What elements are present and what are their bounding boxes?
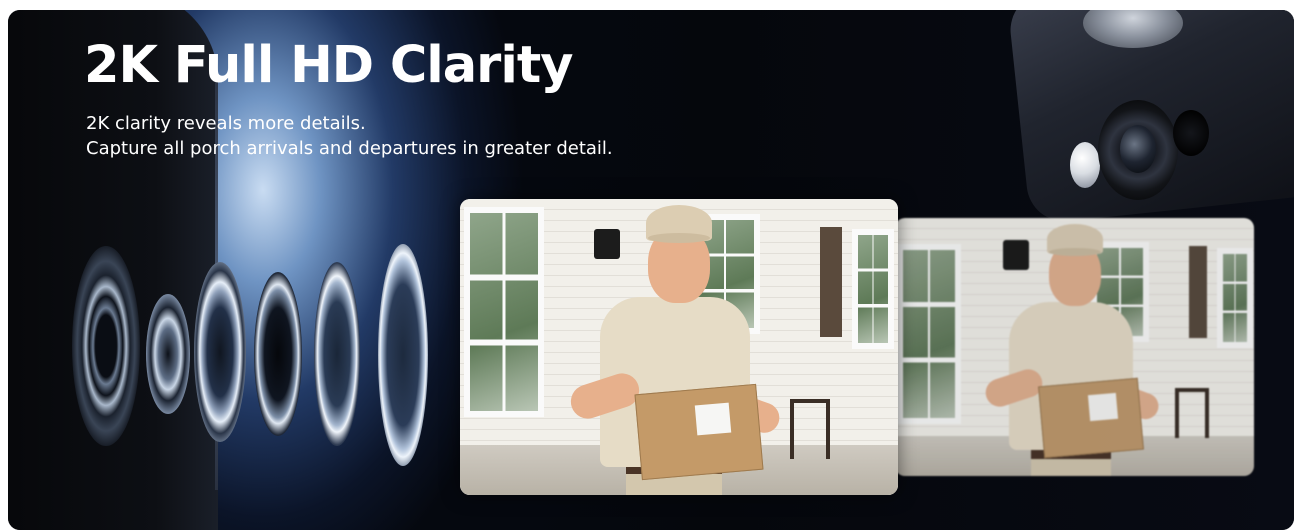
porch-chair-blurred (1175, 388, 1209, 438)
lens-element-1 (72, 246, 140, 446)
lens-element-5 (314, 262, 360, 446)
porch-scene-blurred (895, 218, 1254, 476)
lens-element-4 (254, 272, 302, 436)
camera-sensor-icon (1173, 110, 1209, 156)
porch-chair (790, 399, 830, 459)
delivery-person-blurred (982, 218, 1165, 476)
delivery-person (566, 199, 790, 495)
blurred-delivery-photo (895, 218, 1254, 476)
lens-element-3 (194, 262, 246, 442)
headline: 2K Full HD Clarity (84, 36, 573, 95)
camera-led-icon (1070, 142, 1100, 188)
porch-scene (460, 199, 898, 495)
sharp-delivery-photo (460, 199, 898, 495)
subtitle-line-1: 2K clarity reveals more details. (86, 113, 366, 134)
subtitle-line-2: Capture all porch arrivals and departure… (86, 138, 613, 159)
lens-element-2 (146, 294, 190, 414)
lens-element-6 (378, 244, 428, 466)
camera-lens-glass (1120, 125, 1156, 173)
